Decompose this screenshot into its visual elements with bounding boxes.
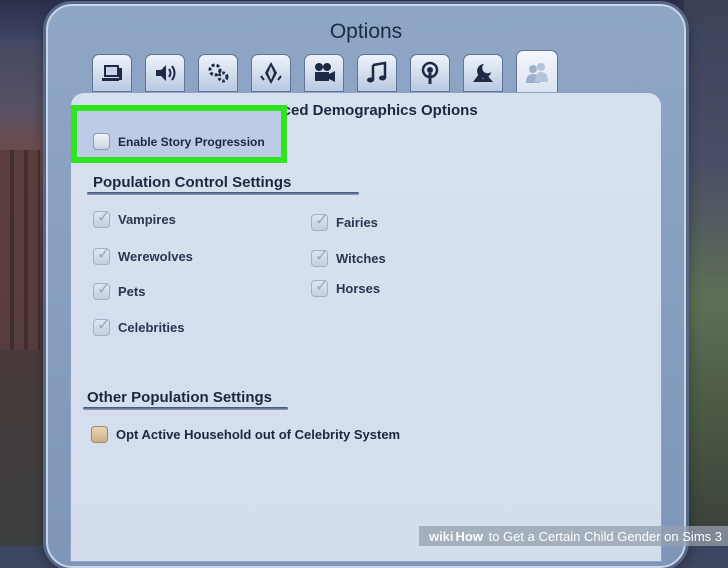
option-opt-out-celebrity[interactable]: Opt Active Household out of Celebrity Sy…: [91, 426, 400, 443]
werewolves-checkbox[interactable]: ✓: [93, 244, 111, 265]
werewolves-label: Werewolves: [118, 249, 193, 264]
tab-nightlife[interactable]: [463, 54, 503, 92]
option-celebrities[interactable]: ✓ Celebrities: [93, 315, 185, 336]
option-werewolves[interactable]: ✓ Werewolves: [93, 244, 193, 265]
fairies-checkbox[interactable]: ✓: [311, 210, 329, 231]
vampires-label: Vampires: [118, 212, 176, 227]
witches-label: Witches: [336, 251, 386, 266]
gear-icon: [208, 63, 229, 83]
tab-sound[interactable]: [145, 54, 185, 92]
watermark-brand: wiki: [428, 528, 454, 544]
tab-music[interactable]: [357, 54, 397, 92]
horses-checkbox[interactable]: ✓: [311, 276, 329, 297]
tab-online[interactable]: [410, 54, 450, 92]
graphics-icon: [102, 65, 122, 81]
horses-label: Horses: [336, 281, 381, 296]
tab-sims[interactable]: [251, 54, 291, 92]
tab-demographics[interactable]: [516, 50, 558, 94]
option-horses[interactable]: ✓ Horses: [311, 276, 381, 297]
option-pets[interactable]: ✓ Pets: [93, 279, 146, 300]
tab-graphics[interactable]: [92, 54, 132, 92]
pets-checkbox[interactable]: ✓: [93, 279, 111, 300]
story-progression-checkbox[interactable]: [93, 133, 110, 150]
celebrities-label: Celebrities: [118, 320, 185, 335]
sound-icon: [156, 65, 176, 81]
background-right-scenery: [684, 0, 728, 546]
options-dialog: Options ced Demographics Options Enable …: [46, 4, 686, 568]
checkmark-icon: ✓: [97, 244, 111, 263]
background-house: [0, 150, 40, 350]
checkmark-icon: ✓: [97, 207, 111, 226]
demographics-panel: Advced Demographics Options Enable Story…: [70, 92, 662, 562]
opt-out-celebrity-checkbox[interactable]: [91, 426, 108, 443]
other-population-divider: [83, 407, 288, 410]
checkmark-icon: ✓: [315, 276, 329, 295]
video-camera-icon: [315, 63, 335, 82]
music-note-icon: [367, 61, 387, 83]
option-witches[interactable]: ✓ Witches: [311, 246, 386, 267]
story-progression-label: Enable Story Progression: [118, 134, 265, 149]
checkmark-icon: ✓: [315, 210, 329, 229]
watermark-how: How: [455, 528, 483, 544]
options-tabbar: [92, 50, 612, 94]
option-vampires[interactable]: ✓ Vampires: [93, 207, 176, 228]
pets-label: Pets: [118, 284, 146, 299]
celebrities-checkbox[interactable]: ✓: [93, 315, 111, 336]
people-icon: [526, 62, 548, 83]
witches-checkbox[interactable]: ✓: [311, 246, 329, 267]
checkmark-icon: ✓: [97, 279, 111, 298]
opt-out-celebrity-label: Opt Active Household out of Celebrity Sy…: [116, 427, 401, 442]
other-population-header: Other Population Settings: [87, 389, 273, 406]
tab-game-options[interactable]: [198, 54, 238, 92]
plumbob-icon: [260, 62, 282, 84]
watermark-text: to Get a Certain Child Gender on Sims 3: [484, 528, 722, 544]
broadcast-icon: [421, 61, 439, 84]
dialog-title: Options: [329, 20, 403, 43]
night-scene-icon: [473, 64, 493, 82]
checkmark-icon: ✓: [315, 246, 329, 265]
population-control-divider: [87, 192, 359, 195]
story-progression-option[interactable]: Enable Story Progression: [93, 133, 265, 150]
vampires-checkbox[interactable]: ✓: [93, 207, 111, 228]
tab-video[interactable]: [304, 54, 344, 92]
checkmark-icon: ✓: [97, 315, 111, 334]
wikihow-watermark: wiki How to Get a Certain Child Gender on…: [418, 526, 728, 546]
population-control-header: Population Control Settings: [93, 174, 292, 191]
option-fairies[interactable]: ✓ Fairies: [311, 210, 378, 231]
fairies-label: Fairies: [336, 215, 378, 230]
